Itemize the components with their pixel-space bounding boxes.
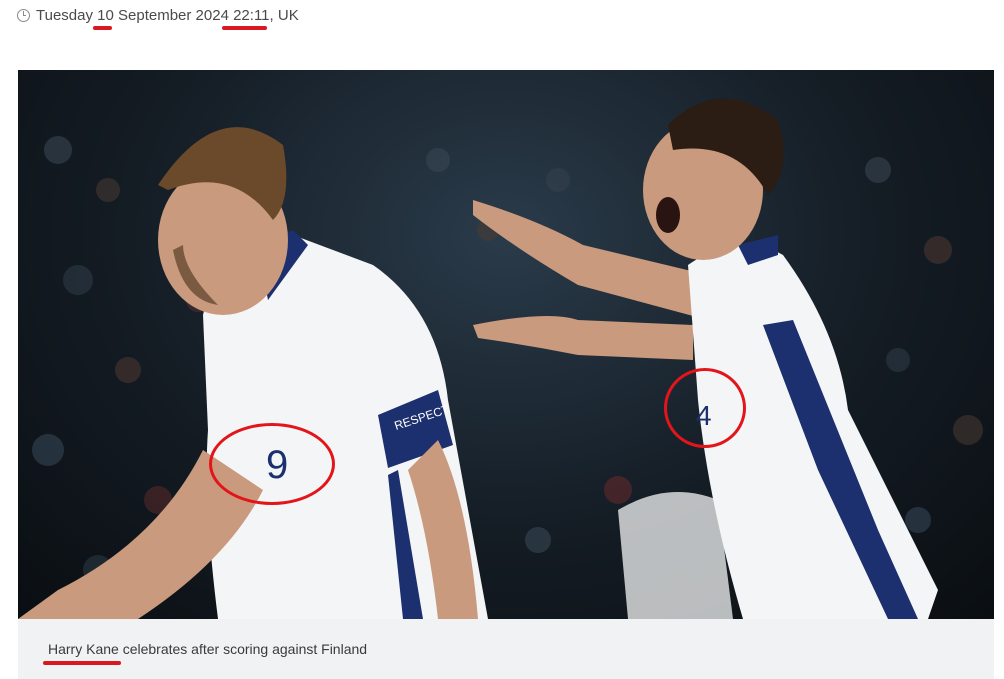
player-rice-figure: 4 xyxy=(473,98,938,619)
hero-photo: 9 RESPECT 4 xyxy=(18,70,994,619)
day-underline-annotation xyxy=(93,26,112,30)
name-underline-annotation xyxy=(43,661,121,665)
dateline-month-year: September 2024 xyxy=(113,6,234,24)
photo-caption: Harry Kane celebrates after scoring agai… xyxy=(18,619,994,679)
time-underline-annotation xyxy=(222,26,267,30)
dateline-region: , UK xyxy=(269,6,299,24)
clock-icon xyxy=(17,8,30,22)
caption-text: Harry Kane celebrates after scoring agai… xyxy=(48,641,368,657)
jersey-number-4: 4 xyxy=(696,400,712,431)
dateline-time: 22:11 xyxy=(233,6,270,24)
dateline-day-name: Tuesday xyxy=(36,6,98,24)
dateline-day: 10 xyxy=(97,6,114,24)
article-dateline: Tuesday 10 September 2024 22:11, UK xyxy=(17,5,299,25)
